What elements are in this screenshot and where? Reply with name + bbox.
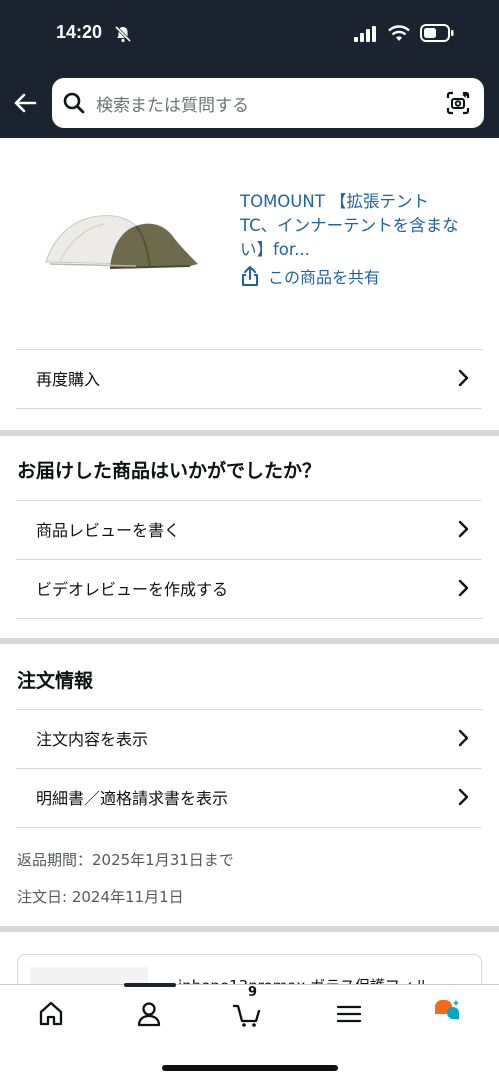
status-time: 14:20	[56, 22, 103, 42]
section-separator	[0, 430, 499, 436]
bell-slash-icon	[114, 25, 132, 43]
product-image[interactable]	[40, 206, 202, 278]
view-order-details-row[interactable]: 注文内容を表示	[36, 709, 471, 767]
signal-icon	[354, 26, 376, 42]
write-review-label: 商品レビューを書く	[36, 521, 181, 540]
share-label: この商品を共有	[268, 268, 381, 287]
review-heading: お届けした商品はいかがでしたか？	[17, 460, 322, 482]
share-product-link[interactable]: この商品を共有	[240, 264, 380, 288]
wifi-icon	[388, 25, 410, 41]
buy-again-row[interactable]: 再度購入	[36, 349, 471, 407]
search-input[interactable]: 検索または質問する	[96, 91, 249, 116]
write-review-row[interactable]: 商品レビューを書く	[36, 500, 471, 558]
menu-icon[interactable]	[334, 999, 364, 1029]
chevron-right-icon	[458, 369, 469, 387]
app-header: 14:20 検索または質問する	[0, 0, 499, 138]
section-separator	[0, 638, 499, 644]
view-invoice-label: 明細書／適格請求書を表示	[36, 789, 229, 808]
video-review-label: ビデオレビューを作成する	[36, 580, 229, 599]
home-indicator	[162, 1065, 338, 1071]
order-date: 注文日: 2024年11月1日	[17, 888, 184, 906]
rufus-icon[interactable]	[432, 999, 462, 1029]
share-icon	[242, 266, 258, 286]
chevron-right-icon	[458, 520, 469, 538]
bottom-nav: 9	[0, 983, 499, 1080]
active-tab-indicator	[124, 983, 176, 987]
search-icon	[63, 92, 85, 114]
home-icon[interactable]	[36, 999, 66, 1029]
search-bar[interactable]: 検索または質問する	[52, 78, 484, 128]
divider	[16, 827, 482, 828]
cart-count: 9	[248, 985, 258, 1000]
account-icon[interactable]	[134, 999, 164, 1029]
back-arrow-icon[interactable]	[12, 90, 38, 116]
chevron-right-icon	[458, 788, 469, 806]
section-separator	[0, 926, 499, 932]
divider	[16, 618, 482, 619]
product-title-link[interactable]: TOMOUNT 【拡張テント TC、インナーテントを含まない】for...	[240, 190, 465, 262]
cart-icon[interactable]	[232, 999, 262, 1029]
divider	[16, 408, 482, 409]
chevron-right-icon	[458, 579, 469, 597]
battery-icon	[420, 24, 454, 42]
return-period: 返品期間：2025年1月31日まで	[17, 851, 234, 869]
buy-again-label: 再度購入	[36, 370, 101, 389]
video-review-row[interactable]: ビデオレビューを作成する	[36, 559, 471, 617]
view-invoice-row[interactable]: 明細書／適格請求書を表示	[36, 768, 471, 826]
order-info-heading: 注文情報	[17, 670, 94, 692]
camera-icon[interactable]	[444, 89, 472, 117]
view-order-details-label: 注文内容を表示	[36, 730, 149, 749]
chevron-right-icon	[458, 729, 469, 747]
